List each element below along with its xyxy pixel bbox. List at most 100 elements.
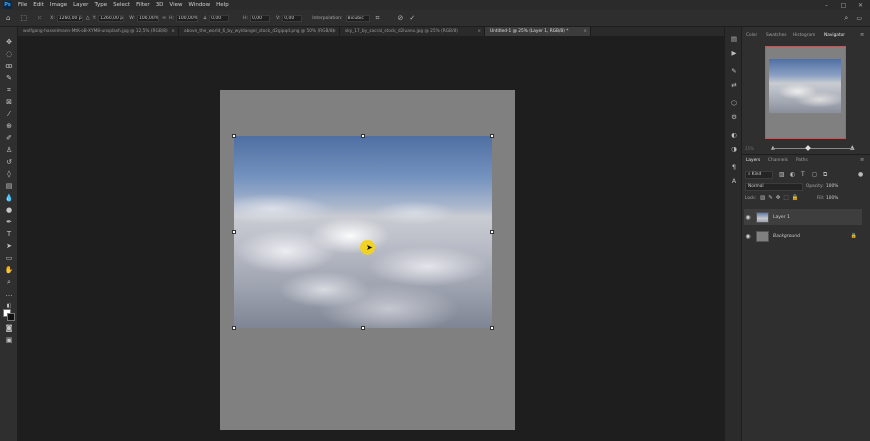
fill-input[interactable]: 100% [826, 196, 838, 201]
reference-point-icon[interactable]: ⁙ [37, 15, 42, 22]
commit-transform-icon[interactable]: ✓ [409, 14, 415, 22]
hand-tool-icon[interactable]: ✋ [3, 266, 15, 275]
link-icon[interactable]: ∞ [162, 15, 166, 22]
filter-type-icon[interactable]: T [801, 171, 805, 178]
menu-filter[interactable]: Filter [136, 2, 150, 8]
adjustments-panel-icon[interactable]: ◑ [729, 145, 739, 154]
angle-input[interactable]: 0,00 [209, 14, 230, 22]
close-tab-icon[interactable]: × [583, 27, 587, 36]
eyedropper-tool-icon[interactable]: ⁄ [3, 110, 15, 119]
eraser-tool-icon[interactable]: ◊ [3, 170, 15, 179]
menu-3d[interactable]: 3D [156, 2, 164, 8]
history-panel-icon[interactable]: ▤ [729, 35, 739, 44]
tab-document-3[interactable]: sky_17_by_sacral_stock_d2luanx.jpg @ 25%… [340, 27, 485, 36]
tab-navigator[interactable]: Navigator [824, 33, 845, 38]
blend-mode-select[interactable]: Normal [745, 183, 803, 191]
crop-tool-icon[interactable]: ⌗ [3, 86, 15, 95]
lasso-tool-icon[interactable]: ꝏ [3, 62, 15, 71]
navigator-zoom-value[interactable]: 25% [745, 146, 754, 151]
tab-document-1[interactable]: wolfgang-hasselmann-MtK-oB-XYM8-unsplash… [18, 27, 179, 36]
transform-handle-bottom-left[interactable] [232, 326, 236, 330]
filter-toggle-icon[interactable]: ● [858, 171, 863, 178]
maximize-icon[interactable]: □ [840, 2, 847, 9]
brush-panel-icon[interactable]: ✎ [729, 67, 739, 76]
libraries-panel-icon[interactable]: ◐ [729, 131, 739, 140]
visibility-eye-icon[interactable]: ◉ [744, 233, 752, 240]
menu-type[interactable]: Type [94, 2, 107, 8]
3d-panel-icon[interactable]: ⬡ [729, 99, 739, 108]
properties-panel-icon[interactable]: ⚙ [729, 113, 739, 122]
menu-edit[interactable]: Edit [33, 2, 44, 8]
close-tab-icon[interactable]: × [477, 27, 481, 36]
blur-tool-icon[interactable]: 💧 [3, 194, 15, 203]
menu-layer[interactable]: Layer [73, 2, 88, 8]
tab-channels[interactable]: Channels [768, 158, 788, 163]
vskew-input[interactable]: 0,00 [282, 14, 303, 22]
filter-smart-object-icon[interactable]: ⧉ [823, 171, 827, 179]
filter-adjustment-icon[interactable]: ◐ [790, 171, 795, 178]
transform-handle-top-right[interactable] [490, 134, 494, 138]
search-icon[interactable]: ⌕ [844, 14, 848, 22]
layer-filter-select[interactable]: ⌕ Kind [745, 171, 773, 179]
relative-position-icon[interactable]: △ [86, 15, 90, 22]
healing-brush-tool-icon[interactable]: ⊕ [3, 122, 15, 131]
path-selection-tool-icon[interactable]: ➤ [3, 242, 15, 251]
transform-handle-left[interactable] [232, 230, 236, 234]
tab-swatches[interactable]: Swatches [766, 33, 787, 38]
more-tools-icon[interactable]: … [3, 290, 15, 299]
hskew-input[interactable]: 0,00 [249, 14, 270, 22]
menu-select[interactable]: Select [113, 2, 130, 8]
menu-image[interactable]: Image [50, 2, 67, 8]
tab-document-active[interactable]: Untitled-1 @ 25% (Layer 1, RGB/8) * × [485, 27, 591, 36]
paragraph-panel-icon[interactable]: ¶ [729, 163, 739, 172]
menu-help[interactable]: Help [216, 2, 229, 8]
layer-name[interactable]: Layer 1 [773, 215, 790, 220]
transform-handle-bottom[interactable] [361, 326, 365, 330]
layer-name[interactable]: Background [773, 234, 800, 239]
x-input[interactable]: 1260,00 px [56, 14, 83, 22]
tab-paths[interactable]: Paths [796, 158, 808, 163]
layer-row-layer-1[interactable]: ◉ Layer 1 [744, 209, 862, 225]
panel-menu-icon[interactable]: ≡ [860, 32, 864, 38]
clone-stamp-tool-icon[interactable]: ♙ [3, 146, 15, 155]
transform-handle-right[interactable] [490, 230, 494, 234]
quick-selection-tool-icon[interactable]: ✎ [3, 74, 15, 83]
close-tab-icon[interactable]: × [171, 27, 175, 36]
navigator-zoom-slider[interactable] [773, 148, 853, 149]
filter-shape-icon[interactable]: ◻ [812, 171, 817, 178]
transform-handle-bottom-right[interactable] [490, 326, 494, 330]
screen-mode-icon[interactable]: ▣ [3, 336, 15, 345]
home-icon[interactable]: ⌂ [6, 14, 10, 22]
rectangle-tool-icon[interactable]: ▭ [3, 254, 15, 263]
close-icon[interactable]: ✕ [857, 2, 864, 9]
menu-file[interactable]: File [18, 2, 27, 8]
filter-pixel-icon[interactable]: ▨ [779, 171, 785, 178]
quick-mask-icon[interactable]: ◙ [3, 324, 15, 333]
frame-tool-icon[interactable]: ⊠ [3, 98, 15, 107]
lock-options-icon[interactable]: ▨✎✥⬚🔒 [760, 195, 801, 201]
interpolation-select[interactable]: Bicubic [345, 14, 370, 22]
gradient-tool-icon[interactable]: ▤ [3, 182, 15, 191]
transform-handle-top-left[interactable] [232, 134, 236, 138]
cancel-transform-icon[interactable]: ⊘ [398, 14, 404, 22]
transform-tool-icon[interactable]: ⬚ [20, 14, 27, 22]
tab-histogram[interactable]: Histogram [793, 33, 815, 38]
workspace-icon[interactable]: ▭ [856, 15, 862, 22]
type-tool-icon[interactable]: T [3, 230, 15, 239]
dodge-tool-icon[interactable]: ● [3, 206, 15, 215]
minimize-icon[interactable]: – [823, 2, 830, 9]
zoom-tool-icon[interactable]: ⌕ [3, 278, 15, 287]
visibility-eye-icon[interactable]: ◉ [744, 214, 752, 221]
clone-source-panel-icon[interactable]: ⇄ [729, 81, 739, 90]
marquee-tool-icon[interactable]: ◌ [3, 50, 15, 59]
layer-1-clouds-image[interactable] [234, 136, 492, 328]
height-input[interactable]: 100,00% [176, 14, 199, 22]
actions-panel-icon[interactable]: ▶ [729, 49, 739, 58]
close-tab-icon[interactable]: × [332, 27, 336, 36]
character-panel-icon[interactable]: A [729, 177, 739, 186]
layers-panel-menu-icon[interactable]: ≡ [860, 157, 864, 163]
layer-row-background[interactable]: ◉ Background 🔒 [744, 228, 862, 244]
menu-view[interactable]: View [169, 2, 182, 8]
move-tool-icon[interactable]: ✥ [3, 38, 15, 47]
tab-color[interactable]: Color [746, 33, 757, 38]
